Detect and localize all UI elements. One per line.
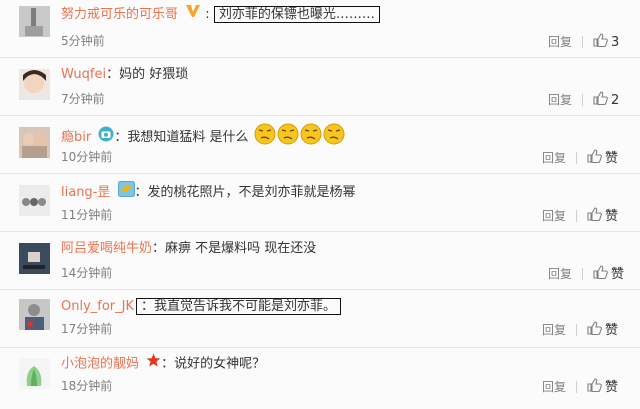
like-count: 赞 [605, 150, 619, 166]
username[interactable]: 努力戒可乐的可乐哥 [61, 7, 178, 22]
comment-line: 小泡泡的靓妈 ：说好的女神呢？ [61, 353, 265, 375]
comment-line: 阿吕爱喝纯牛奶：麻痹 不是爆料吗 现在还没 [61, 241, 317, 256]
comment-line: Only_for_JK ：我直觉告诉我不可能是刘亦菲。 [61, 297, 342, 317]
thumbs-up-icon [587, 321, 602, 339]
timestamp: 18分钟前 [61, 379, 113, 393]
avatar[interactable] [19, 299, 50, 330]
smirk-face-icon [300, 123, 322, 152]
username[interactable]: 瘾bir [61, 130, 91, 145]
like-button[interactable]: 赞 [593, 265, 625, 283]
comment-text: 刘亦菲的保镖也曝光……… [213, 6, 380, 23]
comment-text: 发的桃花照片，不是刘亦菲就是杨幂 [147, 185, 356, 200]
reply-button[interactable]: 回复 [548, 266, 572, 282]
reply-button[interactable]: 回复 [548, 34, 572, 50]
comment-actions: 回复 赞 [542, 378, 618, 396]
username[interactable]: 阿吕爱喝纯牛奶 [61, 241, 152, 256]
like-button[interactable]: 赞 [587, 378, 619, 396]
avatar[interactable] [19, 6, 50, 37]
comment-actions: 回复 赞 [542, 149, 618, 167]
smirk-face-icon [323, 123, 345, 152]
star-icon [146, 353, 161, 375]
like-button[interactable]: 赞 [587, 149, 619, 167]
comment-item: Only_for_JK ：我直觉告诉我不可能是刘亦菲。 17分钟前 回复 赞 [0, 290, 640, 348]
avatar[interactable] [19, 243, 50, 274]
comment-item: liang-昰 ：发的桃花照片，不是刘亦菲就是杨幂 11分钟前 回复 赞 [0, 174, 640, 232]
avatar[interactable] [19, 69, 50, 100]
reply-button[interactable]: 回复 [542, 379, 566, 395]
camera-icon [98, 126, 114, 149]
timestamp: 17分钟前 [61, 322, 113, 336]
comment-actions: 回复 2 [548, 91, 619, 109]
username[interactable]: Wuqfei [61, 67, 106, 82]
thumbs-up-icon [593, 33, 608, 51]
reply-button[interactable]: 回复 [542, 208, 566, 224]
comment-text: 我直觉告诉我不可能是刘亦菲。 [154, 299, 337, 314]
username[interactable]: Only_for_JK [61, 299, 134, 314]
thumbs-up-icon [587, 149, 602, 167]
avatar[interactable] [19, 127, 50, 158]
comment-actions: 回复 赞 [548, 265, 624, 283]
comment-text: 麻痹 不是爆料吗 现在还没 [165, 241, 317, 256]
comment-item: Wuqfei：妈的 好猥琐 7分钟前 回复 2 [0, 58, 640, 116]
comment-item: 小泡泡的靓妈 ：说好的女神呢？ 18分钟前 回复 赞 [0, 348, 640, 409]
timestamp: 5分钟前 [61, 34, 105, 48]
like-button[interactable]: 赞 [587, 207, 619, 225]
comment-item: 阿吕爱喝纯牛奶：麻痹 不是爆料吗 现在还没 14分钟前 回复 赞 [0, 232, 640, 290]
bird-icon [117, 181, 135, 204]
avatar[interactable] [19, 185, 50, 216]
comment-actions: 回复 3 [548, 33, 619, 51]
username[interactable]: liang-昰 [61, 185, 110, 200]
reply-button[interactable]: 回复 [542, 150, 566, 166]
comment-actions: 回复 赞 [542, 321, 618, 339]
like-count: 赞 [611, 266, 625, 282]
smirk-face-icon [254, 123, 276, 152]
like-count: 赞 [605, 379, 619, 395]
timestamp: 14分钟前 [61, 266, 113, 280]
v-verified-icon [185, 4, 201, 25]
comment-item: 瘾bir ：我想知道猛料 是什么 10分钟前 回复 赞 [0, 116, 640, 174]
comment-text: 妈的 好猥琐 [119, 67, 189, 82]
like-count: 赞 [605, 322, 619, 338]
thumbs-up-icon [593, 91, 608, 109]
reply-button[interactable]: 回复 [548, 92, 572, 108]
timestamp: 10分钟前 [61, 150, 113, 164]
like-count: 2 [611, 92, 620, 108]
timestamp: 7分钟前 [61, 92, 105, 106]
comment-line: 努力戒可乐的可乐哥 : 刘亦菲的保镖也曝光……… [61, 4, 380, 25]
like-button[interactable]: 赞 [587, 321, 619, 339]
thumbs-up-icon [587, 207, 602, 225]
like-count: 赞 [605, 208, 619, 224]
reply-button[interactable]: 回复 [542, 322, 566, 338]
comment-line: Wuqfei：妈的 好猥琐 [61, 67, 189, 82]
comment-line: 瘾bir ：我想知道猛料 是什么 [61, 123, 345, 152]
smirk-face-icon [277, 123, 299, 152]
comment-text: 说好的女神呢？ [174, 356, 266, 372]
like-count: 3 [611, 34, 620, 50]
comment-item: 努力戒可乐的可乐哥 : 刘亦菲的保镖也曝光……… 5分钟前 回复 3 [0, 0, 640, 58]
like-button[interactable]: 2 [593, 91, 620, 109]
avatar[interactable] [19, 358, 50, 389]
comment-actions: 回复 赞 [542, 207, 618, 225]
thumbs-up-icon [587, 378, 602, 396]
comment-line: liang-昰 ：发的桃花照片，不是刘亦菲就是杨幂 [61, 181, 356, 204]
like-button[interactable]: 3 [593, 33, 620, 51]
timestamp: 11分钟前 [61, 208, 113, 222]
comment-text: 我想知道猛料 是什么 [127, 130, 249, 145]
username[interactable]: 小泡泡的靓妈 [61, 357, 139, 372]
thumbs-up-icon [593, 265, 608, 283]
